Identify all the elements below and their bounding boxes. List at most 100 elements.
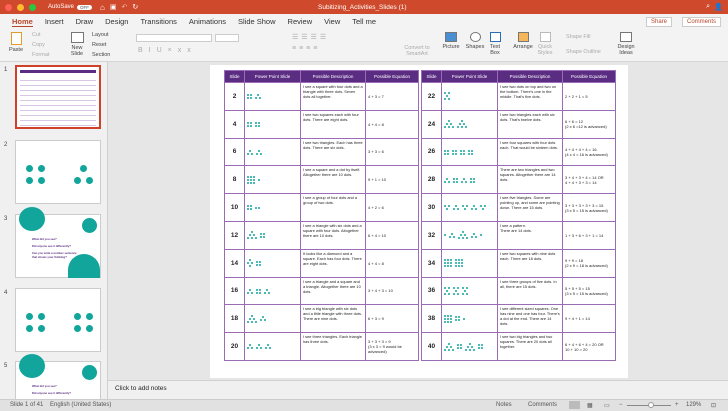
new-slide-button[interactable]: New Slide [66, 32, 88, 57]
square-4-dots-icon [256, 288, 261, 294]
triangle-3-dots-icon [255, 94, 261, 100]
triangle-3-dots-icon [247, 149, 253, 155]
description: I see a big triangle with six dots and a… [300, 304, 366, 334]
table-left[interactable]: Slide Power Point Slide Possible Descripti… [224, 70, 419, 361]
tab-review[interactable]: Review [288, 17, 313, 26]
normal-view-button[interactable] [569, 401, 580, 409]
equation: 6 + 4 = 10 [365, 220, 419, 250]
share-button[interactable]: Share [646, 17, 673, 27]
thumbnail-question: Did anyone see it differently? [32, 244, 72, 248]
slide-sorter-button[interactable]: ▦ [587, 402, 593, 409]
account-icon[interactable]: 👤 [714, 3, 723, 11]
maximize-window-button[interactable] [29, 3, 36, 11]
tab-design[interactable]: Design [105, 17, 128, 26]
description: I see two big triangles and two squares.… [497, 332, 563, 361]
copy-button[interactable]: Copy [32, 42, 45, 48]
slide-thumbnail-2[interactable] [15, 140, 101, 204]
zoom-out-button[interactable]: − [619, 402, 623, 408]
zoom-level[interactable]: 129% [686, 402, 701, 408]
comments-status-button[interactable]: Comments [528, 402, 557, 408]
tab-view[interactable]: View [324, 17, 340, 26]
equation: 4 + 4 = 8 [365, 109, 419, 139]
equation: 3 + 3 + 3 + 3 + 3 = 15 (3 x 5 = 15 is ad… [562, 193, 616, 222]
triangle-6-dots-icon [458, 231, 468, 240]
slide-number: 24 [421, 109, 442, 139]
shapes-button[interactable]: Shapes [465, 32, 485, 50]
tab-slide-show[interactable]: Slide Show [238, 17, 276, 26]
notes-button[interactable]: Notes [496, 402, 512, 408]
shape-fill-button[interactable]: Shape Fill [566, 34, 590, 40]
format-painter-button[interactable]: Format [32, 52, 49, 58]
redo-icon[interactable]: ↻ [132, 3, 138, 11]
column-header: Power Point Slide [244, 70, 301, 83]
picture-icon [445, 32, 457, 42]
notes-pane[interactable]: Click to add notes [108, 380, 728, 399]
paste-button[interactable]: Paste [6, 32, 26, 53]
table-right[interactable]: Slide Power Point Slide Possible Descripti… [421, 70, 616, 361]
slide-number: 10 [224, 193, 245, 222]
zoom-in-button[interactable]: + [675, 402, 679, 408]
cut-button[interactable]: Cut [32, 32, 41, 38]
section-button[interactable]: Section [92, 52, 110, 58]
slide-number: 14 [224, 248, 245, 278]
description: I see a triangle and a square and a tria… [300, 276, 366, 306]
font-format-buttons[interactable]: BIU×xx [138, 47, 197, 54]
thumbnail-number: 3 [4, 216, 8, 222]
paragraph-buttons[interactable]: ☰☰☰☰ [292, 33, 329, 41]
slide-thumbnail-5[interactable]: What did you see? Did anyone see it diffe… [15, 354, 101, 399]
slide-number: 30 [421, 193, 442, 222]
square-4-dots-icon [452, 149, 457, 155]
quick-styles-button[interactable]: Quick Styles [536, 32, 554, 56]
slide-thumbnail-4[interactable] [15, 288, 101, 352]
tab-tell-me[interactable]: Tell me [352, 17, 376, 26]
fit-slide-button[interactable]: ⊡ [711, 402, 716, 409]
layout-button[interactable]: Layout [92, 32, 109, 38]
home-icon[interactable]: ⌂ [100, 3, 105, 12]
current-slide[interactable]: Slide Power Point Slide Possible Descripti… [210, 65, 628, 378]
triangle-3-dots-icon [264, 288, 270, 294]
picture-label: Picture [442, 44, 460, 50]
slide-thumbnail-panel[interactable]: 1 2 3 What did you see? Did anyone see it di… [0, 62, 108, 399]
font-size-select[interactable] [215, 34, 239, 42]
shape-outline-button[interactable]: Shape Outline [566, 49, 601, 55]
close-window-button[interactable] [5, 3, 12, 11]
convert-smartart-button[interactable]: Convert to SmartArt [402, 45, 432, 57]
column-header: Slide [421, 70, 442, 83]
arrange-button[interactable]: Arrange [512, 32, 534, 50]
equation: 4 + 3 = 7 [365, 82, 419, 111]
tab-home[interactable]: Home [12, 17, 33, 27]
equation: 5 + 5 + 5 = 15 (3 x 5 = 15 is advanced) [562, 276, 616, 306]
tab-animations[interactable]: Animations [189, 17, 226, 26]
zoom-slider[interactable] [627, 402, 671, 408]
autosave-toggle[interactable]: OFF [77, 4, 93, 10]
dot-pattern [441, 82, 498, 111]
square-4-dots-icon [247, 205, 252, 211]
slide-thumbnail-3[interactable]: What did you see? Did anyone see it diffe… [15, 207, 101, 278]
comments-button[interactable]: Comments [682, 17, 722, 27]
search-icon[interactable]: ⌕ [706, 3, 710, 11]
undo-icon[interactable]: ↶ [122, 3, 128, 11]
design-ideas-button[interactable]: Design Ideas [616, 32, 636, 56]
new-slide-icon [70, 32, 84, 43]
tab-transitions[interactable]: Transitions [140, 17, 176, 26]
zoom-slider-handle[interactable] [648, 402, 655, 408]
dice-5-dots-icon [444, 286, 450, 295]
tab-draw[interactable]: Draw [76, 17, 94, 26]
triangle-3-dots-icon [260, 316, 266, 322]
equation: 1 + 3 + 6 + 3 + 1 = 14 [562, 220, 616, 250]
text-box-button[interactable]: Text Box [487, 32, 503, 56]
tab-insert[interactable]: Insert [45, 17, 64, 26]
table-row: 16 I see a triangle and a square and a tr… [224, 276, 419, 306]
minimize-window-button[interactable] [17, 3, 24, 11]
slide-thumbnail-1[interactable] [15, 65, 101, 129]
dot-pattern [441, 165, 498, 195]
language-indicator[interactable]: English (United States) [50, 402, 111, 408]
picture-button[interactable]: Picture [441, 32, 461, 50]
reset-button[interactable]: Reset [92, 42, 106, 48]
save-icon[interactable]: ▣ [110, 3, 117, 11]
square-4-dots-icon [247, 121, 252, 127]
presenter-view-button[interactable]: ▭ [604, 402, 610, 409]
font-name-select[interactable] [136, 34, 212, 42]
alignment-buttons[interactable]: ≡≡≡≡ [292, 45, 320, 52]
slide-number: 32 [421, 220, 442, 250]
